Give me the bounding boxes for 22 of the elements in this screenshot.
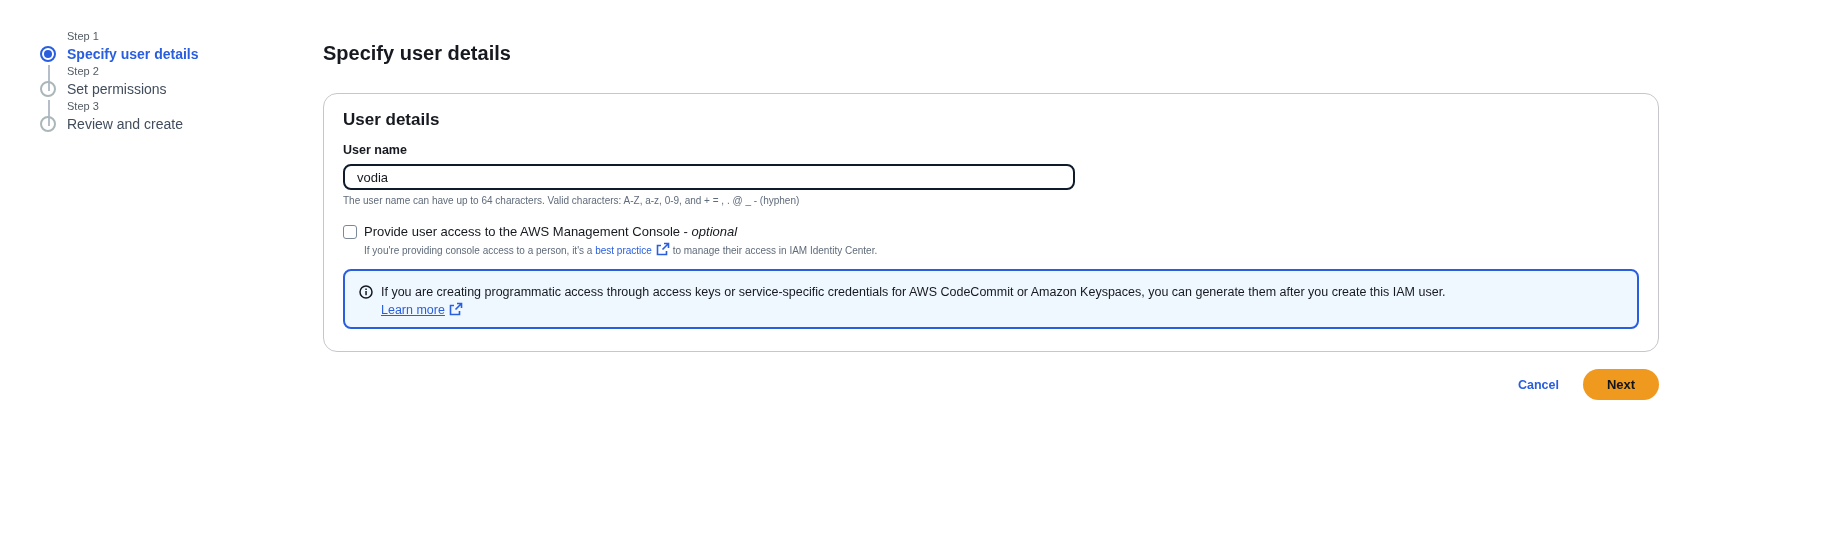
page-title: Specify user details bbox=[323, 41, 511, 66]
step-title[interactable]: Review and create bbox=[67, 115, 323, 133]
step-number: Step 2 bbox=[67, 65, 100, 79]
best-practice-link[interactable]: best practice bbox=[595, 245, 670, 256]
checkbox-description: If you're providing console access to a person, it's a best practice to manage their access in IAM Identity Center. bbox=[364, 242, 1639, 256]
field-label: User name bbox=[343, 143, 407, 157]
step-number: Step 1 bbox=[67, 30, 100, 44]
learn-more-link[interactable]: Learn more bbox=[381, 303, 463, 317]
checkbox[interactable] bbox=[343, 224, 357, 239]
external-link-icon bbox=[448, 302, 463, 316]
checkbox-label[interactable]: Provide user access to the AWS Management Console - optional bbox=[364, 224, 1639, 239]
info-text: If you are creating programmatic access through access keys or service-specific credentials for AWS CodeCommit or Amazon Keyspaces, you can generate them after you create this IAM user. Learn more bbox=[381, 284, 1446, 319]
step-title[interactable]: Specify user details bbox=[67, 45, 323, 63]
field-hint: The user name can have up to 64 characters. Valid characters: A-Z, a-z, 0-9, and + = , . @ _ - (hyphen) bbox=[343, 195, 800, 206]
info-icon bbox=[359, 285, 373, 299]
external-link-icon bbox=[655, 242, 670, 256]
card-title: User details bbox=[343, 110, 440, 130]
step-title[interactable]: Set permissions bbox=[67, 80, 323, 98]
user-name-field[interactable]: vodia bbox=[343, 164, 1075, 190]
next-button[interactable]: Next bbox=[1583, 369, 1659, 400]
step-number: Step 3 bbox=[67, 100, 100, 114]
cancel-button[interactable]: Cancel bbox=[1518, 377, 1559, 392]
